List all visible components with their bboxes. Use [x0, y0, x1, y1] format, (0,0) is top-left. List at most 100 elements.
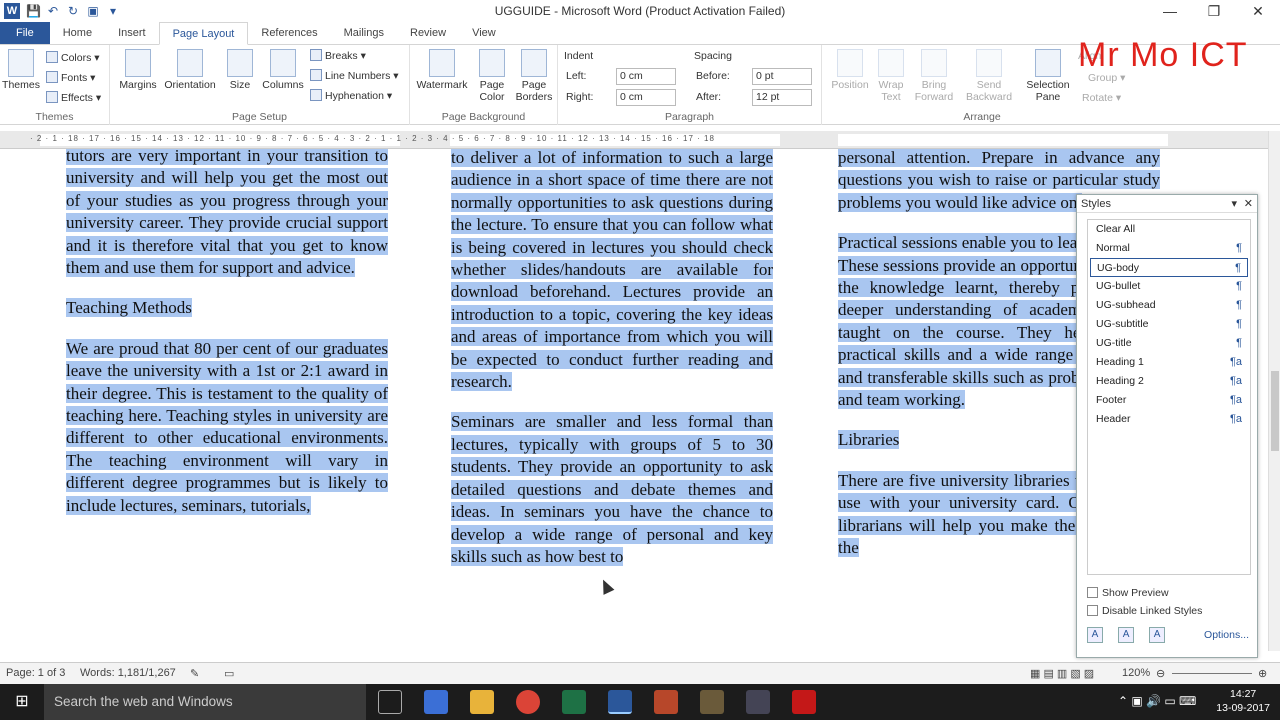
colors-button[interactable]: Colors ▾ [46, 49, 100, 67]
app-icon-2[interactable] [700, 690, 724, 714]
macro-record-icon[interactable]: ▭ [224, 667, 234, 680]
indent-right-input[interactable]: 0 cm [616, 88, 676, 106]
selection-pane-button[interactable]: Selection Pane [1022, 49, 1074, 103]
horizontal-ruler[interactable]: · 2 · 1 · 18 · 17 · 16 · 15 · 14 · 13 · … [0, 131, 1280, 149]
page-borders-label: Page Borders [515, 79, 553, 103]
orientation-button[interactable]: Orientation [162, 49, 218, 91]
style-item-heading-1[interactable]: Heading 1 ¶a [1090, 353, 1248, 372]
style-item-label: UG-body [1097, 262, 1140, 274]
style-item-ug-body[interactable]: UG-body ¶ [1090, 258, 1248, 277]
line-numbers-button[interactable]: Line Numbers ▾ [310, 67, 399, 85]
page-count[interactable]: Page: 1 of 3 [6, 667, 65, 679]
excel-icon[interactable] [562, 690, 586, 714]
acrobat-icon[interactable] [792, 690, 816, 714]
watermark-icon [429, 49, 455, 77]
manage-styles-icon[interactable]: A [1149, 627, 1166, 643]
word-icon[interactable] [608, 690, 632, 714]
send-backward-button[interactable]: Send Backward [964, 49, 1014, 103]
zoom-level[interactable]: 120% [1122, 667, 1150, 679]
style-item-label: UG-subhead [1096, 299, 1156, 311]
chrome-icon[interactable] [516, 690, 540, 714]
send-backward-label: Send Backward [965, 79, 1013, 103]
tab-references[interactable]: References [248, 22, 330, 44]
col1-heading-text: Teaching Methods [66, 298, 192, 318]
view-buttons[interactable]: ▦ ▤ ▥ ▧ ▨ [1030, 667, 1094, 680]
style-item-label: Footer [1096, 394, 1127, 406]
zoom-slider[interactable] [1172, 673, 1252, 674]
rotate-button[interactable]: Rotate ▾ [1082, 89, 1121, 107]
size-button[interactable]: Size [222, 49, 258, 91]
hyphenation-button[interactable]: Hyphenation ▾ [310, 87, 392, 105]
style-item-ug-subtitle[interactable]: UG-subtitle ¶ [1090, 315, 1248, 334]
margins-button[interactable]: Margins [116, 49, 160, 91]
taskbar-search-box[interactable]: Search the web and Windows [44, 684, 366, 720]
minimize-button[interactable]: — [1148, 0, 1192, 22]
bring-forward-button[interactable]: Bring Forward [910, 49, 958, 103]
tab-page-layout[interactable]: Page Layout [158, 22, 249, 45]
style-item-clear-all[interactable]: Clear All [1090, 220, 1248, 239]
col1-gap-2 [66, 320, 388, 338]
system-tray-icons[interactable]: ⌃ ▣ 🔊 ▭ ⌨ [1118, 694, 1196, 708]
scrollbar-thumb[interactable] [1271, 371, 1279, 451]
vertical-scrollbar[interactable] [1268, 131, 1280, 651]
watermark-button[interactable]: Watermark [414, 49, 470, 91]
close-icon[interactable]: ✕ [1244, 195, 1253, 213]
style-item-ug-title[interactable]: UG-title ¶ [1090, 334, 1248, 353]
style-inspector-icon[interactable]: A [1118, 627, 1135, 643]
style-item-heading-2[interactable]: Heading 2 ¶a [1090, 372, 1248, 391]
zoom-in-icon[interactable]: ⊕ [1258, 667, 1267, 680]
tab-insert[interactable]: Insert [105, 22, 159, 44]
style-item-footer[interactable]: Footer ¶a [1090, 391, 1248, 410]
zoom-out-icon[interactable]: ⊖ [1156, 667, 1165, 680]
mouse-pointer-icon [597, 577, 615, 595]
themes-button[interactable]: Themes [2, 49, 40, 91]
col1-paragraph-1-text: tutors are very important in your transi… [66, 149, 388, 278]
spacing-after-input[interactable]: 12 pt [752, 88, 812, 106]
effects-label: Effects [61, 92, 93, 104]
position-button[interactable]: Position [826, 49, 874, 91]
size-label: Size [229, 79, 251, 91]
fonts-button[interactable]: Fonts ▾ [46, 69, 95, 87]
tab-mailings[interactable]: Mailings [331, 22, 397, 44]
taskbar-clock[interactable]: 14:27 13-09-2017 [1216, 687, 1270, 715]
effects-button[interactable]: Effects ▾ [46, 89, 101, 107]
paragraph-mark-icon: ¶ [1236, 242, 1242, 254]
style-item-label: UG-title [1096, 337, 1132, 349]
style-item-header[interactable]: Header ¶a [1090, 410, 1248, 429]
tab-file[interactable]: File [0, 22, 50, 44]
title-bar: W 💾 ↶ ↻ ▣ ▾ UGGUIDE - Microsoft Word (Pr… [0, 0, 1280, 22]
tab-review[interactable]: Review [397, 22, 459, 44]
page-borders-button[interactable]: Page Borders [514, 49, 554, 103]
page-color-button[interactable]: Page Color [472, 49, 512, 103]
windows-start-icon[interactable]: ⊞ [0, 684, 44, 720]
breaks-button[interactable]: Breaks ▾ [310, 47, 366, 65]
columns-button[interactable]: Columns [260, 49, 306, 91]
pane-options-chevron-icon[interactable]: ▾ [1231, 195, 1237, 213]
disable-linked-styles-checkbox[interactable]: Disable Linked Styles [1087, 605, 1202, 617]
app-icon-3[interactable] [746, 690, 770, 714]
access-icon[interactable] [654, 690, 678, 714]
text-column-1[interactable]: tutors are very important in your transi… [66, 149, 388, 517]
show-preview-checkbox[interactable]: Show Preview [1087, 587, 1169, 599]
style-item-ug-bullet[interactable]: UG-bullet ¶ [1090, 277, 1248, 296]
style-item-ug-subhead[interactable]: UG-subhead ¶ [1090, 296, 1248, 315]
tab-view[interactable]: View [459, 22, 509, 44]
proofing-icon[interactable]: ✎ [190, 667, 199, 680]
restore-button[interactable]: ❐ [1192, 0, 1236, 22]
options-link[interactable]: Options... [1204, 629, 1249, 641]
app-icon-1[interactable] [424, 690, 448, 714]
file-explorer-icon[interactable] [470, 690, 494, 714]
spacing-before-input[interactable]: 0 pt [752, 67, 812, 85]
wrap-text-button[interactable]: Wrap Text [876, 49, 906, 103]
task-view-icon[interactable] [378, 690, 402, 714]
watermark-overlay-text: Mr Mo ICT [1078, 36, 1248, 74]
text-column-2[interactable]: to deliver a lot of information to such … [451, 149, 773, 568]
new-style-icon[interactable]: A [1087, 627, 1103, 643]
word-count[interactable]: Words: 1,181/1,267 [80, 667, 176, 679]
styles-list[interactable]: Clear All Normal ¶ UG-body ¶ UG-bullet ¶ UG… [1087, 219, 1251, 575]
close-button[interactable]: ✕ [1236, 0, 1280, 22]
style-item-normal[interactable]: Normal ¶ [1090, 239, 1248, 258]
indent-left-input[interactable]: 0 cm [616, 67, 676, 85]
themes-group-label: Themes [35, 111, 74, 123]
tab-home[interactable]: Home [50, 22, 105, 44]
